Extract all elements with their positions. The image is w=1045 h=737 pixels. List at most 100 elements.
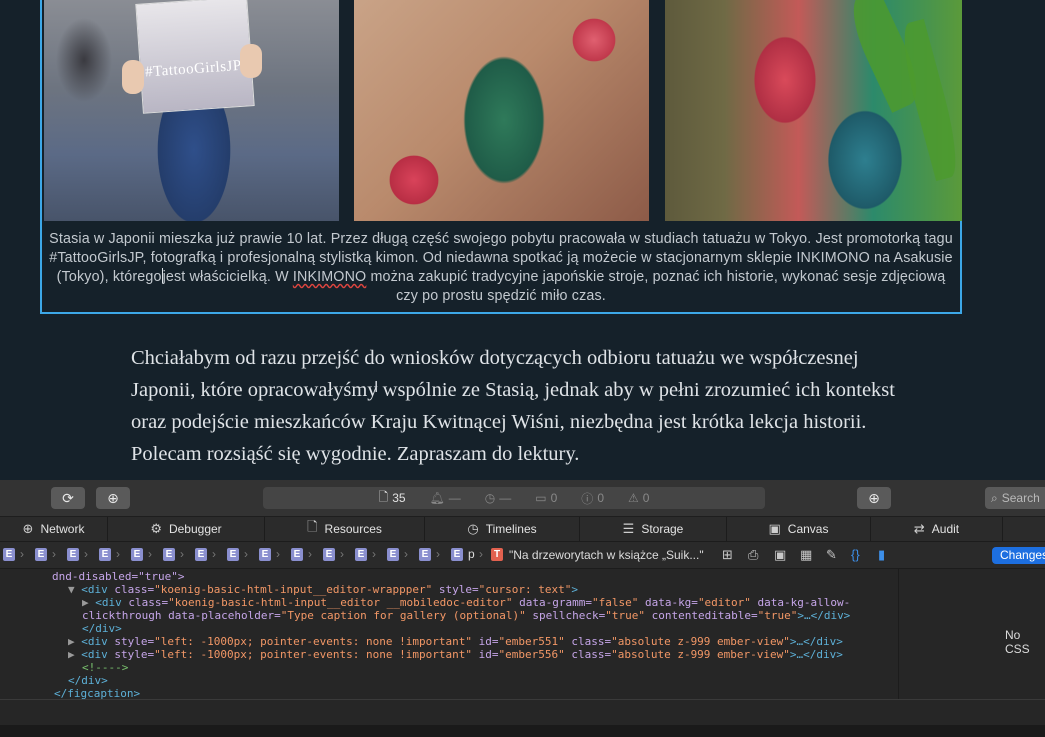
- tab-label: Storage: [641, 522, 684, 536]
- disclosure-closed-icon[interactable]: ▶: [68, 648, 81, 661]
- dom-tree[interactable]: dnd-disabled="true"> ▼ <div class="koeni…: [0, 569, 898, 699]
- breadcrumb-element[interactable]: E: [67, 548, 79, 561]
- chevron-right-icon: ›: [308, 547, 312, 561]
- logs-count: ▭ 0: [535, 491, 558, 505]
- tab-audit[interactable]: ⇄ Audit: [871, 517, 1003, 541]
- download-button[interactable]: ⊕: [96, 487, 130, 509]
- layout-icon[interactable]: ⊞: [722, 547, 733, 563]
- gallery-caption[interactable]: Stasia w Japonii mieszka już prawie 10 l…: [44, 230, 958, 306]
- tab-label: Audit: [931, 522, 960, 536]
- element-picker-button[interactable]: ⊕: [857, 487, 891, 509]
- dom-breadcrumb: E › E › E › E › E › E › E › E › E › E › …: [0, 542, 1045, 569]
- no-css-label: No CSS: [1005, 628, 1030, 656]
- dom-node-line[interactable]: ▼ <div class="koenig-basic-html-input__e…: [68, 583, 578, 596]
- errors-count: ⓘ 0: [581, 491, 604, 506]
- dom-node-line[interactable]: clickthrough data-placeholder="Type capt…: [82, 609, 850, 622]
- disclosure-closed-icon[interactable]: ▶: [82, 596, 95, 609]
- chevron-right-icon: ›: [436, 547, 440, 561]
- breadcrumb-element[interactable]: E: [131, 548, 143, 561]
- resources-icon: 🗋: [307, 519, 318, 534]
- network-icon: ⊕: [22, 521, 34, 536]
- breadcrumb-element[interactable]: E: [419, 548, 431, 561]
- breadcrumb-element[interactable]: E: [323, 548, 335, 561]
- tab-label: Canvas: [787, 522, 829, 536]
- search-field[interactable]: ⌕ Search: [985, 487, 1045, 509]
- tab-network[interactable]: ⊕ Network: [0, 517, 108, 541]
- gallery-image-2[interactable]: [354, 0, 649, 221]
- dom-node-line[interactable]: </div>: [82, 622, 122, 635]
- changes-tab[interactable]: Changes: [992, 547, 1045, 564]
- dom-node-line[interactable]: ▶ <div class="koenig-basic-html-input__e…: [82, 596, 850, 609]
- search-placeholder: Search: [1001, 491, 1040, 505]
- chevron-right-icon: ›: [276, 547, 280, 561]
- breadcrumb-element[interactable]: E: [227, 548, 239, 561]
- reload-button[interactable]: ⟳: [51, 487, 85, 509]
- tab-label: Resources: [324, 522, 382, 536]
- tab-overflow[interactable]: [1003, 517, 1045, 541]
- dom-node-line[interactable]: ▶ <div style="left: -1000px; pointer-eve…: [68, 648, 843, 661]
- breadcrumb-element[interactable]: E: [355, 548, 367, 561]
- editor-content-area: #TattooGirlsJP Stasia w Japonii mieszka …: [0, 0, 1045, 480]
- grid-icon[interactable]: ▦: [800, 547, 812, 563]
- audit-icon: ⇄: [913, 521, 925, 536]
- article-paragraph[interactable]: Chciałabym od razu przejść do wniosków d…: [131, 342, 911, 470]
- text-cursor-icon: I: [374, 378, 379, 396]
- breadcrumb-text-node[interactable]: T: [491, 548, 503, 561]
- print-icon[interactable]: ⎙: [748, 547, 758, 563]
- dom-comment-line[interactable]: <!---->: [82, 661, 128, 674]
- spellcheck-underlined-word: INKIMONO: [292, 269, 367, 285]
- warnings-count: ⚠ 0: [628, 491, 650, 505]
- warning-icon: ⚠: [628, 491, 639, 505]
- breadcrumb-element[interactable]: E: [451, 548, 463, 561]
- resource-size: 🔔︎ —: [429, 491, 461, 505]
- tab-label: Timelines: [485, 522, 537, 536]
- load-time: ◷ —: [484, 491, 512, 505]
- breadcrumb-element[interactable]: E: [99, 548, 111, 561]
- breadcrumb-element[interactable]: E: [291, 548, 303, 561]
- tab-storage[interactable]: ☰ Storage: [580, 517, 727, 541]
- breadcrumb-element[interactable]: E: [163, 548, 175, 561]
- canvas-icon: ▣: [768, 521, 781, 536]
- search-icon: ⌕: [991, 490, 998, 505]
- gallery-card-selected[interactable]: #TattooGirlsJP Stasia w Japonii mieszka …: [40, 0, 962, 314]
- tab-canvas[interactable]: ▣ Canvas: [727, 517, 871, 541]
- dom-node-line[interactable]: ▶ <div style="left: -1000px; pointer-eve…: [68, 635, 843, 648]
- gallery-image-3[interactable]: [665, 0, 962, 221]
- tab-timelines[interactable]: ◷ Timelines: [425, 517, 580, 541]
- breadcrumb-element[interactable]: E: [195, 548, 207, 561]
- reload-icon: ⟳: [62, 489, 74, 506]
- chevron-right-icon: ›: [116, 547, 120, 561]
- activity-bar[interactable]: 🗋 35 🔔︎ — ◷ — ▭ 0 ⓘ 0 ⚠ 0: [263, 487, 765, 509]
- styles-sidebar: No CSS: [898, 569, 1045, 699]
- breadcrumb-element[interactable]: E: [35, 548, 47, 561]
- brush-icon[interactable]: ✎: [826, 547, 837, 563]
- dom-node-line[interactable]: </figcaption>: [54, 687, 140, 699]
- sidebar-toggle-icon[interactable]: ▮: [878, 547, 885, 563]
- window-bottom-edge: [0, 725, 1045, 737]
- chevron-right-icon: ›: [180, 547, 184, 561]
- breadcrumb-p-label[interactable]: p: [468, 547, 475, 561]
- chevron-right-icon: ›: [244, 547, 248, 561]
- disclosure-closed-icon[interactable]: ▶: [68, 635, 81, 648]
- breadcrumb-element[interactable]: E: [3, 548, 15, 561]
- chevron-right-icon: ›: [479, 547, 483, 561]
- screen-icon[interactable]: ▣: [774, 547, 786, 563]
- gallery-image-1[interactable]: #TattooGirlsJP: [44, 0, 339, 221]
- inspector-toolbar: ⟳ ⊕ 🗋 35 🔔︎ — ◷ — ▭ 0 ⓘ 0 ⚠ 0 ⊕ ⌕ Search: [0, 480, 1045, 517]
- console-prompt[interactable]: [0, 699, 1045, 726]
- timelines-icon: ◷: [467, 521, 479, 536]
- breadcrumb-element[interactable]: E: [259, 548, 271, 561]
- chevron-right-icon: ›: [52, 547, 56, 561]
- chevron-right-icon: ›: [84, 547, 88, 561]
- braces-icon[interactable]: {}: [851, 547, 860, 562]
- disclosure-open-icon[interactable]: ▼: [68, 583, 81, 596]
- chevron-right-icon: ›: [340, 547, 344, 561]
- breadcrumb-text-label[interactable]: "Na drzeworytach w książce „Suik...": [509, 548, 704, 562]
- tab-debugger[interactable]: ⚙ Debugger: [108, 517, 265, 541]
- dom-node-line[interactable]: dnd-disabled="true">: [52, 570, 184, 583]
- caption-text: można zakupić tradycyjne japońskie stroj…: [366, 269, 946, 304]
- resources-count: 🗋 35: [379, 488, 406, 509]
- breadcrumb-element[interactable]: E: [387, 548, 399, 561]
- tab-resources[interactable]: 🗋 Resources: [265, 517, 425, 541]
- dom-node-line[interactable]: </div>: [68, 674, 108, 687]
